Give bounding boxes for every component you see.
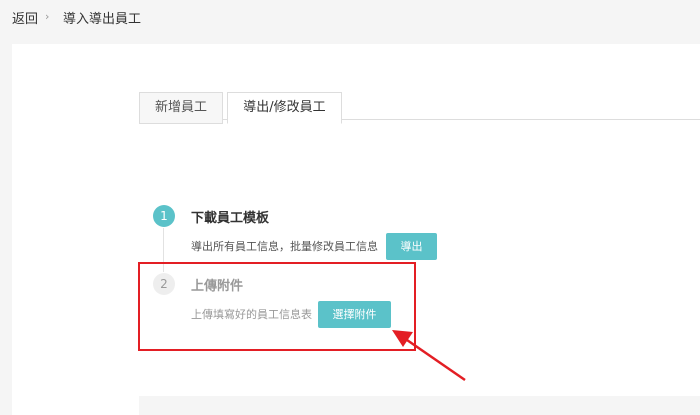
tabs-divider [139, 119, 700, 120]
back-link[interactable]: 返回 [12, 8, 38, 27]
page-title: 導入導出員工 [63, 12, 142, 27]
breadcrumb: 返回 › 導入導出員工 [0, 0, 700, 40]
tab-add-employee[interactable]: 新增員工 [139, 92, 223, 124]
highlight-box [138, 262, 416, 351]
tab-export-modify-employee[interactable]: 導出/修改員工 [227, 92, 342, 124]
step-description-export: 導出所有員工信息，批量修改員工信息 [191, 240, 378, 253]
bottom-strip [139, 396, 700, 415]
step-title-download-template: 下載員工模板 [191, 211, 270, 226]
main-card: 新增員工 導出/修改員工 1 下載員工模板 導出所有員工信息，批量修改員工信息 … [12, 44, 700, 415]
step-number-1: 1 [153, 205, 175, 227]
chevron-right-icon: › [45, 10, 50, 23]
export-button[interactable]: 導出 [386, 233, 437, 260]
